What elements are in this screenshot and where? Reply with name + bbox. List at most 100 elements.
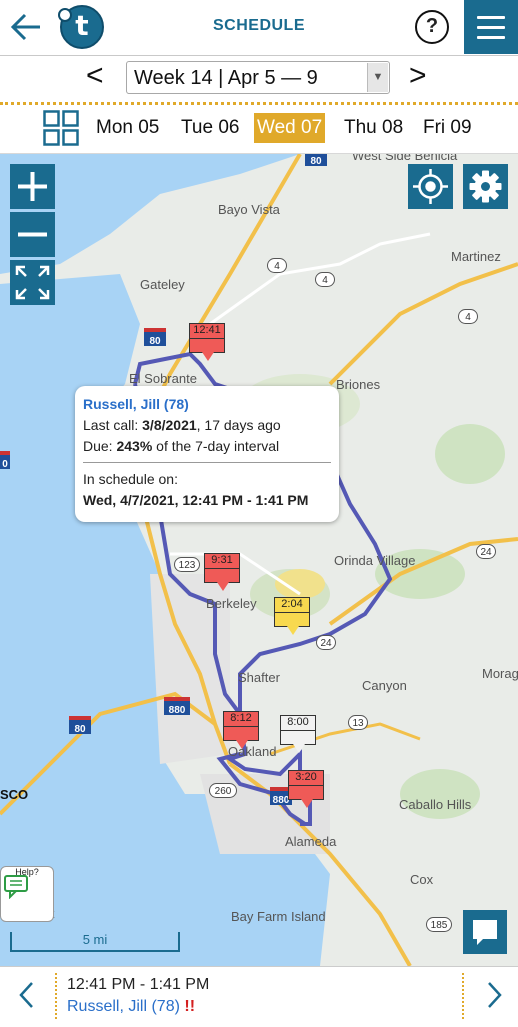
tab-mon[interactable]: Mon 05 xyxy=(93,113,162,143)
route-shield: 4 xyxy=(315,272,335,287)
chat-button[interactable] xyxy=(463,910,507,954)
zoom-out-button[interactable] xyxy=(10,212,55,257)
hamburger-icon-bar xyxy=(477,26,505,29)
chevron-right-icon xyxy=(488,982,502,1008)
footer-appointment-bar: 12:41 PM - 1:41 PM Russell, Jill (78) !! xyxy=(0,966,518,1027)
route-shield: 13 xyxy=(348,715,368,730)
route-shield: 123 xyxy=(174,557,200,572)
map-view[interactable]: West Side Benicia Bayo Vista Martinez Ga… xyxy=(0,154,518,966)
help-button[interactable]: ? xyxy=(415,10,449,44)
day-tabs: Mon 05 Tue 06 Wed 07 Thu 08 Fri 09 xyxy=(0,108,518,152)
place-label: Moraga xyxy=(482,666,518,681)
plus-icon xyxy=(18,172,47,201)
hamburger-icon-bar xyxy=(477,36,505,39)
next-appointment-button[interactable] xyxy=(483,979,505,1019)
appointment-marker[interactable]: 3:20 xyxy=(288,770,324,808)
popup-divider xyxy=(83,462,331,463)
next-week-button[interactable]: > xyxy=(409,59,427,93)
hamburger-icon-bar xyxy=(477,16,505,19)
crosshair-icon xyxy=(413,169,448,204)
interstate-shield: 80 xyxy=(69,716,91,735)
marker-time: 12:41 xyxy=(193,324,221,336)
appointment-marker[interactable]: 8:00 xyxy=(280,715,316,753)
prev-week-button[interactable]: < xyxy=(86,59,104,93)
place-label: West Side Benicia xyxy=(352,154,458,163)
place-label: Alameda xyxy=(285,834,337,849)
place-label: Canyon xyxy=(362,678,407,693)
marker-time: 9:31 xyxy=(211,554,233,566)
dotted-divider xyxy=(0,102,518,105)
app-header: t SCHEDULE ? xyxy=(0,0,518,56)
popup-due: Due: 243% of the 7-day interval xyxy=(83,438,280,454)
marker-time: 8:12 xyxy=(230,712,252,724)
appointment-time: 12:41 PM - 1:41 PM xyxy=(67,976,210,993)
scale-label: 5 mi xyxy=(82,932,108,947)
place-label: Orinda Village xyxy=(334,553,416,568)
route-shield: 4 xyxy=(458,309,478,324)
tab-fri[interactable]: Fri 09 xyxy=(420,113,475,143)
map-background xyxy=(0,154,518,966)
popup-last-call: Last call: 3/8/2021, 17 days ago xyxy=(83,417,281,433)
place-label: Berkeley xyxy=(206,596,257,611)
tab-wed[interactable]: Wed 07 xyxy=(254,113,326,143)
overdue-alert-icon: !! xyxy=(184,998,196,1015)
prev-appointment-button[interactable] xyxy=(16,979,38,1019)
route-shield: 24 xyxy=(476,544,496,559)
appointment-marker[interactable]: 12:41 xyxy=(189,323,225,361)
place-label: Martinez xyxy=(451,249,501,264)
interstate-shield: 0 xyxy=(0,451,10,470)
help-widget[interactable]: Help? xyxy=(0,866,54,922)
expand-icon xyxy=(15,265,50,300)
settings-button[interactable] xyxy=(463,164,508,209)
zoom-in-button[interactable] xyxy=(10,164,55,209)
week-select[interactable]: Week 14 | Apr 5 — 9 ▼ xyxy=(126,61,390,94)
page-title: SCHEDULE xyxy=(212,17,305,34)
place-label: El Sobrante xyxy=(129,371,197,386)
place-label: Bay Farm Island xyxy=(231,909,326,924)
popup-schedule-label: In schedule on: xyxy=(83,471,178,487)
tab-thu[interactable]: Thu 08 xyxy=(341,113,406,143)
popup-schedule-value: Wed, 4/7/2021, 12:41 PM - 1:41 PM xyxy=(83,492,309,508)
route-shield: 24 xyxy=(316,635,336,650)
route-shield: 185 xyxy=(426,917,452,932)
marker-time: 3:20 xyxy=(295,771,317,783)
place-label: Cox xyxy=(410,872,434,887)
week-select-value: Week 14 | Apr 5 — 9 xyxy=(134,67,318,89)
marker-time: 2:04 xyxy=(281,598,303,610)
marker-time: 8:00 xyxy=(287,716,309,728)
interstate-shield: 80 xyxy=(305,154,327,167)
grid-view-icon[interactable] xyxy=(43,110,79,146)
popup-client-name[interactable]: Russell, Jill (78) xyxy=(83,394,331,415)
place-label: SCO xyxy=(0,787,29,802)
dotted-divider xyxy=(55,973,57,1019)
locate-button[interactable] xyxy=(408,164,453,209)
appointment-client[interactable]: Russell, Jill (78) !! xyxy=(67,998,195,1016)
tab-tue[interactable]: Tue 06 xyxy=(178,113,242,143)
chat-bubble-icon xyxy=(4,875,28,899)
chevron-down-icon: ▼ xyxy=(367,63,388,92)
info-popup: Russell, Jill (78) Last call: 3/8/2021, … xyxy=(75,386,339,522)
place-label: Caballo Hills xyxy=(399,797,472,812)
logo-dot-icon xyxy=(58,8,72,22)
interstate-shield: 880 xyxy=(164,697,190,716)
scale-bar: 5 mi xyxy=(10,932,180,952)
interstate-shield: 80 xyxy=(144,328,166,347)
place-label: Briones xyxy=(336,377,381,392)
back-button[interactable] xyxy=(8,9,46,45)
minus-icon xyxy=(18,232,47,237)
fit-bounds-button[interactable] xyxy=(10,260,55,305)
chevron-left-icon xyxy=(19,982,33,1008)
menu-button[interactable] xyxy=(464,0,518,54)
arrow-left-icon xyxy=(10,13,40,41)
route-shield: 260 xyxy=(209,783,237,798)
place-label: Bayo Vista xyxy=(218,202,280,217)
dotted-divider xyxy=(462,973,464,1019)
appointment-marker[interactable]: 8:12 xyxy=(223,711,259,749)
place-label: Shafter xyxy=(238,670,280,685)
appointment-marker[interactable]: 2:04 xyxy=(274,597,310,635)
route-shield: 4 xyxy=(267,258,287,273)
message-icon xyxy=(473,920,497,945)
place-label: Gateley xyxy=(140,277,185,292)
gear-icon xyxy=(469,170,502,203)
appointment-marker[interactable]: 9:31 xyxy=(204,553,240,591)
